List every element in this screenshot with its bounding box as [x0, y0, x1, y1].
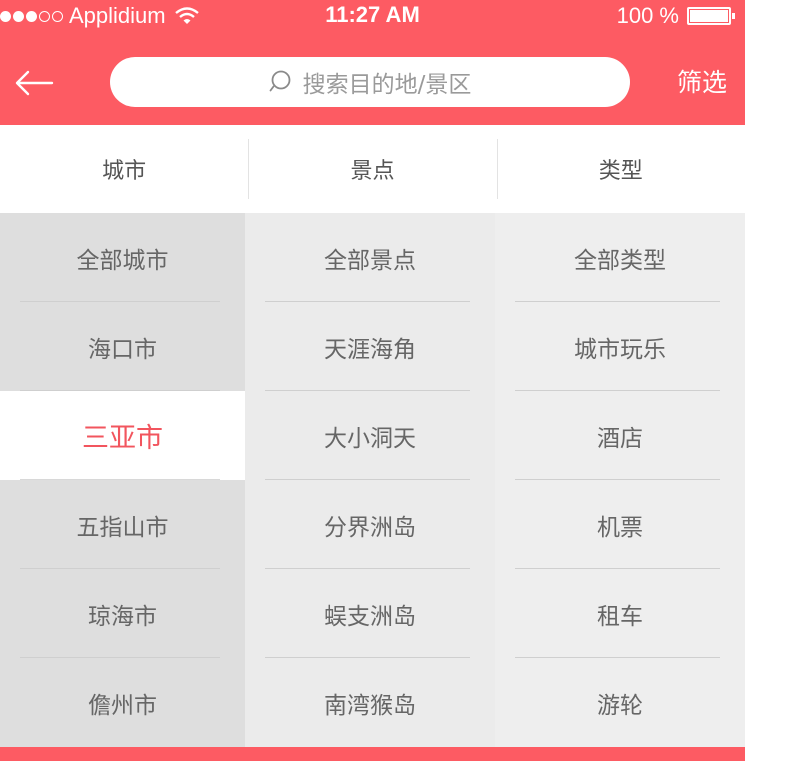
tab-type[interactable]: 类型: [496, 125, 745, 213]
search-icon: [269, 70, 291, 92]
city-item[interactable]: 儋州市: [0, 658, 245, 747]
back-button[interactable]: [12, 63, 56, 103]
bottom-bar: [0, 747, 745, 761]
type-item[interactable]: 租车: [495, 569, 745, 658]
spot-item[interactable]: 全部景点: [245, 213, 495, 302]
city-item[interactable]: 全部城市: [0, 213, 245, 302]
spot-item[interactable]: 南湾猴岛: [245, 658, 495, 747]
spot-item[interactable]: 大小洞天: [245, 391, 495, 480]
search-placeholder: 搜索目的地/景区: [302, 72, 472, 98]
status-bar: Applidium 11:27 AM 100 %: [0, 0, 745, 32]
city-item[interactable]: 五指山市: [0, 480, 245, 569]
arrow-left-icon: [15, 70, 54, 96]
type-item[interactable]: 游轮: [495, 658, 745, 747]
app-screen: Applidium 11:27 AM 100 % 搜索目的地/景区 筛选 城市 …: [0, 0, 745, 761]
type-item[interactable]: 机票: [495, 480, 745, 569]
battery-percent: 100 %: [616, 3, 679, 28]
battery-icon: [687, 7, 735, 25]
search-input[interactable]: 搜索目的地/景区: [110, 57, 630, 107]
category-tabs: 城市 景点 类型: [0, 125, 745, 213]
spot-item[interactable]: 蜈支洲岛: [245, 569, 495, 658]
tab-city[interactable]: 城市: [0, 125, 248, 213]
spot-list: 全部景点 天涯海角 大小洞天 分界洲岛 蜈支洲岛 南湾猴岛: [245, 213, 495, 747]
city-item-selected[interactable]: 三亚市: [0, 391, 245, 480]
header: Applidium 11:27 AM 100 % 搜索目的地/景区 筛选: [0, 0, 745, 125]
tab-spot[interactable]: 景点: [248, 125, 496, 213]
type-item[interactable]: 城市玩乐: [495, 302, 745, 391]
filter-columns: 全部城市 海口市 三亚市 五指山市 琼海市 儋州市 全部景点 天涯海角 大小洞天…: [0, 213, 745, 747]
type-list: 全部类型 城市玩乐 酒店 机票 租车 游轮: [495, 213, 745, 747]
city-item[interactable]: 琼海市: [0, 569, 245, 658]
city-list: 全部城市 海口市 三亚市 五指山市 琼海市 儋州市: [0, 213, 245, 747]
city-item[interactable]: 海口市: [0, 302, 245, 391]
type-item[interactable]: 全部类型: [495, 213, 745, 302]
spot-item[interactable]: 天涯海角: [245, 302, 495, 391]
filter-button[interactable]: 筛选: [677, 63, 727, 99]
type-item[interactable]: 酒店: [495, 391, 745, 480]
nav-bar: 搜索目的地/景区 筛选: [0, 55, 745, 109]
status-right: 100 %: [616, 3, 735, 29]
spot-item[interactable]: 分界洲岛: [245, 480, 495, 569]
